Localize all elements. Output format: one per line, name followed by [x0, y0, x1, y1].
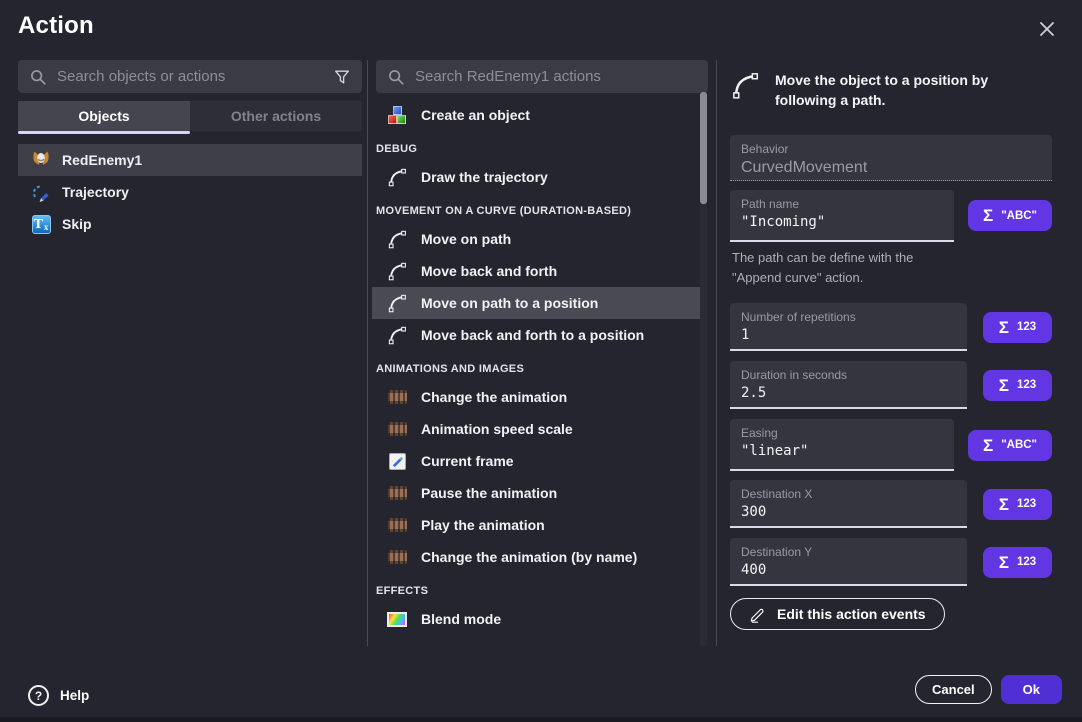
path-name-helper-text: The path can be define with the "Append …	[732, 248, 942, 290]
action-row-change-animation[interactable]: Change the animation	[372, 381, 706, 413]
sigma-icon: Σ	[983, 207, 993, 224]
action-row-create-object[interactable]: Create an object	[372, 99, 706, 131]
footer-actions: Cancel Ok	[915, 675, 1062, 704]
tab-other-actions[interactable]: Other actions	[190, 101, 362, 131]
edit-action-events-button[interactable]: Edit this action events	[730, 598, 945, 630]
pen-icon	[749, 606, 766, 623]
section-header-debug: DEBUG	[372, 141, 706, 157]
sigma-icon: Σ	[999, 496, 1009, 513]
help-button[interactable]: ? Help	[28, 685, 89, 706]
action-row-move-on-path-to-position[interactable]: Move on path to a position	[372, 287, 706, 319]
action-description: Move the object to a position by followi…	[730, 70, 1052, 111]
curve-icon	[387, 167, 407, 187]
trajectory-icon	[31, 182, 51, 202]
cubes-icon	[387, 105, 407, 125]
dialog-title: Action	[18, 12, 94, 40]
search-icon	[28, 67, 48, 87]
action-row-blend-mode[interactable]: Blend mode	[372, 603, 706, 635]
actions-search-input[interactable]	[415, 68, 698, 85]
action-row-move-on-path[interactable]: Move on path	[372, 223, 706, 255]
panel-divider-right	[716, 60, 717, 646]
curve-icon	[387, 325, 407, 345]
action-row-current-frame[interactable]: Current frame	[372, 445, 706, 477]
object-row-redenemy1[interactable]: RedEnemy1	[18, 144, 362, 176]
actions-scrollbar-thumb[interactable]	[700, 92, 707, 204]
object-row-skip[interactable]: Tx Skip	[18, 208, 362, 240]
action-row-draw-trajectory[interactable]: Draw the trajectory	[372, 161, 706, 193]
red-enemy-icon	[31, 150, 51, 170]
tab-active-underline	[18, 131, 190, 134]
destination-x-expression-button[interactable]: Σ 123	[983, 489, 1052, 520]
repetitions-field[interactable]: Number of repetitions 1	[730, 303, 967, 351]
blend-mode-icon	[387, 609, 407, 629]
behavior-value: CurvedMovement	[741, 159, 1041, 177]
behavior-field: Behavior CurvedMovement	[730, 135, 1052, 181]
search-icon	[386, 67, 406, 87]
text-object-icon: Tx	[31, 214, 51, 234]
sigma-icon: Σ	[999, 377, 1009, 394]
section-header-movement: MOVEMENT ON A CURVE (DURATION-BASED)	[372, 203, 706, 219]
section-header-animations: ANIMATIONS AND IMAGES	[372, 361, 706, 377]
ok-button[interactable]: Ok	[1001, 675, 1062, 704]
action-row-animation-speed-scale[interactable]: Animation speed scale	[372, 413, 706, 445]
action-row-play-animation[interactable]: Play the animation	[372, 509, 706, 541]
destination-y-field[interactable]: Destination Y 400	[730, 538, 967, 586]
actions-search[interactable]	[376, 60, 708, 93]
duration-expression-button[interactable]: Σ 123	[983, 370, 1052, 401]
film-icon	[387, 547, 407, 567]
destination-y-expression-button[interactable]: Σ 123	[983, 547, 1052, 578]
object-tabs: Objects Other actions	[18, 101, 362, 134]
sigma-icon: Σ	[983, 437, 993, 454]
action-dialog: Action Objects Other actions	[0, 0, 1082, 722]
film-icon	[387, 387, 407, 407]
behavior-label: Behavior	[741, 142, 1041, 156]
frame-icon	[387, 451, 407, 471]
help-icon: ?	[28, 685, 49, 706]
film-icon	[387, 419, 407, 439]
curve-icon	[730, 70, 760, 111]
path-name-field[interactable]: Path name "Incoming"	[730, 190, 954, 242]
action-row-move-back-forth-to-position[interactable]: Move back and forth to a position	[372, 319, 706, 351]
window-bottom-edge	[0, 717, 1082, 722]
panel-divider-left	[367, 60, 368, 646]
object-row-trajectory[interactable]: Trajectory	[18, 176, 362, 208]
easing-field[interactable]: Easing "linear"	[730, 419, 954, 471]
filter-icon[interactable]	[332, 67, 352, 87]
film-icon	[387, 483, 407, 503]
cancel-button[interactable]: Cancel	[915, 675, 992, 704]
action-row-pause-animation[interactable]: Pause the animation	[372, 477, 706, 509]
action-description-text: Move the object to a position by followi…	[775, 70, 1052, 111]
action-parameters-panel: Move the object to a position by followi…	[730, 60, 1052, 630]
film-icon	[387, 515, 407, 535]
sigma-icon: Σ	[999, 554, 1009, 571]
action-list: Create an object DEBUG Draw the trajecto…	[372, 97, 706, 635]
easing-expression-button[interactable]: Σ "ABC"	[968, 430, 1052, 461]
curve-icon	[387, 293, 407, 313]
action-row-move-back-forth[interactable]: Move back and forth	[372, 255, 706, 287]
objects-search-input[interactable]	[57, 68, 323, 85]
objects-search[interactable]	[18, 60, 362, 93]
action-row-change-animation-by-name[interactable]: Change the animation (by name)	[372, 541, 706, 573]
sigma-icon: Σ	[999, 319, 1009, 336]
repetitions-expression-button[interactable]: Σ 123	[983, 312, 1052, 343]
path-name-expression-button[interactable]: Σ "ABC"	[968, 200, 1052, 231]
duration-field[interactable]: Duration in seconds 2.5	[730, 361, 967, 409]
actions-scrollbar[interactable]	[700, 97, 707, 646]
curve-icon	[387, 261, 407, 281]
tab-objects[interactable]: Objects	[18, 101, 190, 131]
close-icon[interactable]	[1034, 16, 1060, 42]
destination-x-field[interactable]: Destination X 300	[730, 480, 967, 528]
object-list: RedEnemy1 Trajectory Tx Skip	[18, 144, 362, 240]
curve-icon	[387, 229, 407, 249]
section-header-effects: EFFECTS	[372, 583, 706, 599]
